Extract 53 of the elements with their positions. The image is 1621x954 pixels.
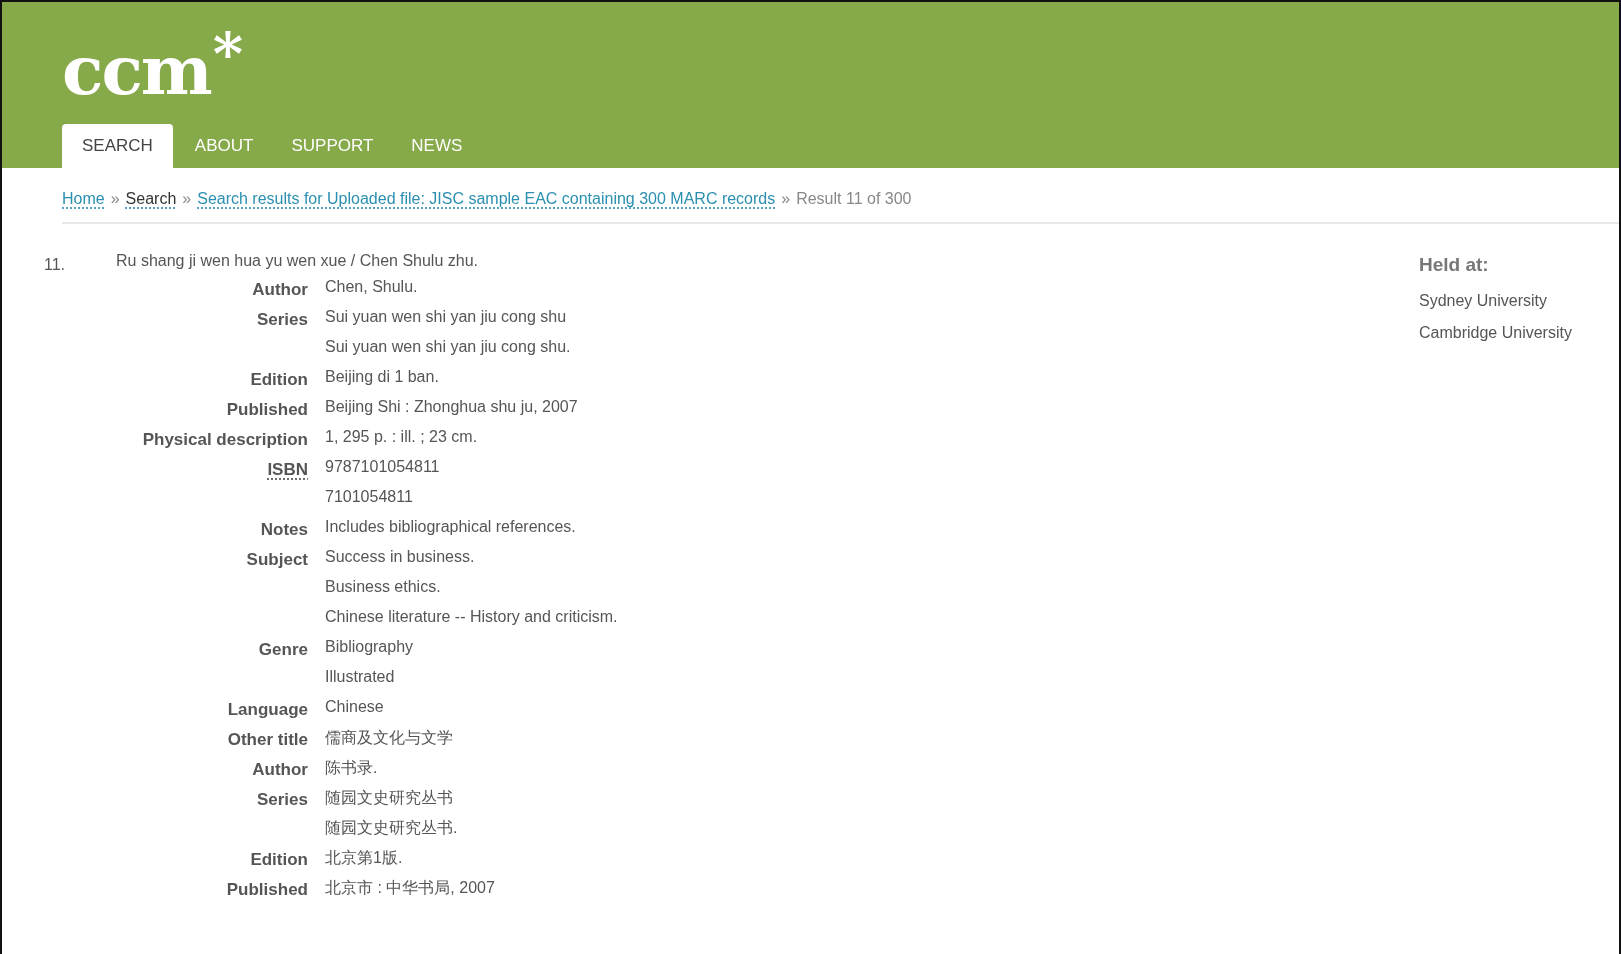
field-value: 北京第1版.	[325, 848, 404, 868]
held-at-heading: Held at:	[1419, 254, 1490, 276]
field-value: Beijing Shi : Zhonghua shu ju, 2007	[325, 397, 579, 417]
result-number: 11.	[44, 255, 67, 274]
field-label: Genre	[258, 640, 308, 659]
field-label: Subject	[246, 550, 308, 569]
field-label: ISBN	[267, 460, 308, 479]
field-value: Sui yuan wen shi yan jiu cong shu.	[325, 337, 572, 357]
field-value: Beijing di 1 ban.	[325, 367, 440, 387]
field-label: Author	[252, 280, 308, 299]
breadcrumb-separator: »	[110, 190, 120, 208]
library-name: Cambridge University	[1419, 324, 1573, 342]
field-value: 随园文史研究丛书	[325, 788, 454, 808]
field-label: Edition	[250, 850, 308, 869]
field-label: Series	[256, 310, 308, 329]
breadcrumb-separator: »	[781, 190, 791, 208]
field-label: Series	[256, 790, 308, 809]
field-value: 北京市 : 中华书局, 2007	[325, 878, 496, 898]
field-label: Published	[226, 880, 308, 899]
library-name: Sydney University	[1419, 292, 1549, 310]
field-label: Edition	[250, 370, 308, 389]
field-value: Success in business.	[325, 547, 476, 567]
field-value: Business ethics.	[325, 577, 442, 597]
site-logo[interactable]: ccm$^{*}$	[62, 25, 242, 104]
field-value: Includes bibliographical references.	[325, 517, 577, 537]
field-value: Chinese	[325, 697, 385, 717]
nav-tab[interactable]: NEWS	[395, 124, 479, 168]
field-label: Language	[227, 700, 308, 719]
field-label: Other title	[227, 730, 308, 749]
breadcrumb-separator: »	[182, 190, 192, 208]
nav-tab[interactable]: SEARCH	[62, 124, 173, 168]
field-value: Sui yuan wen shi yan jiu cong shu	[325, 307, 568, 327]
field-value: Bibliography	[325, 637, 415, 657]
breadcrumb-link[interactable]: Search	[125, 190, 177, 208]
field-value: Chinese literature -- History and criticism.	[325, 607, 618, 627]
breadcrumb-link[interactable]: Search results for Uploaded file: JISC sample EAC containing 300 MARC records	[197, 190, 776, 208]
nav-tab[interactable]: SUPPORT	[275, 124, 390, 168]
field-label: Physical description	[142, 430, 308, 449]
breadcrumb-link[interactable]: Home	[62, 190, 105, 208]
field-value: 随园文史研究丛书.	[325, 818, 459, 838]
nav-tab[interactable]: ABOUT	[178, 124, 270, 168]
field-value: 1, 295 p. : ill. ; 23 cm.	[325, 427, 479, 447]
field-value: 儒商及文化与文学	[325, 728, 454, 748]
field-label: Notes	[260, 520, 308, 539]
field-label: Author	[252, 760, 308, 779]
field-label: Published	[226, 400, 308, 419]
field-value: Chen, Shulu.	[325, 277, 419, 297]
breadcrumb-current: Result 11 of 300	[796, 190, 912, 208]
field-value: 7101054811	[325, 487, 414, 507]
field-value: 陈书录.	[325, 758, 379, 778]
field-value: 9787101054811	[325, 457, 441, 477]
field-value: Illustrated	[325, 667, 396, 687]
record-title: Ru shang ji wen hua yu wen xue / Chen Shulu zhu.	[116, 252, 478, 271]
